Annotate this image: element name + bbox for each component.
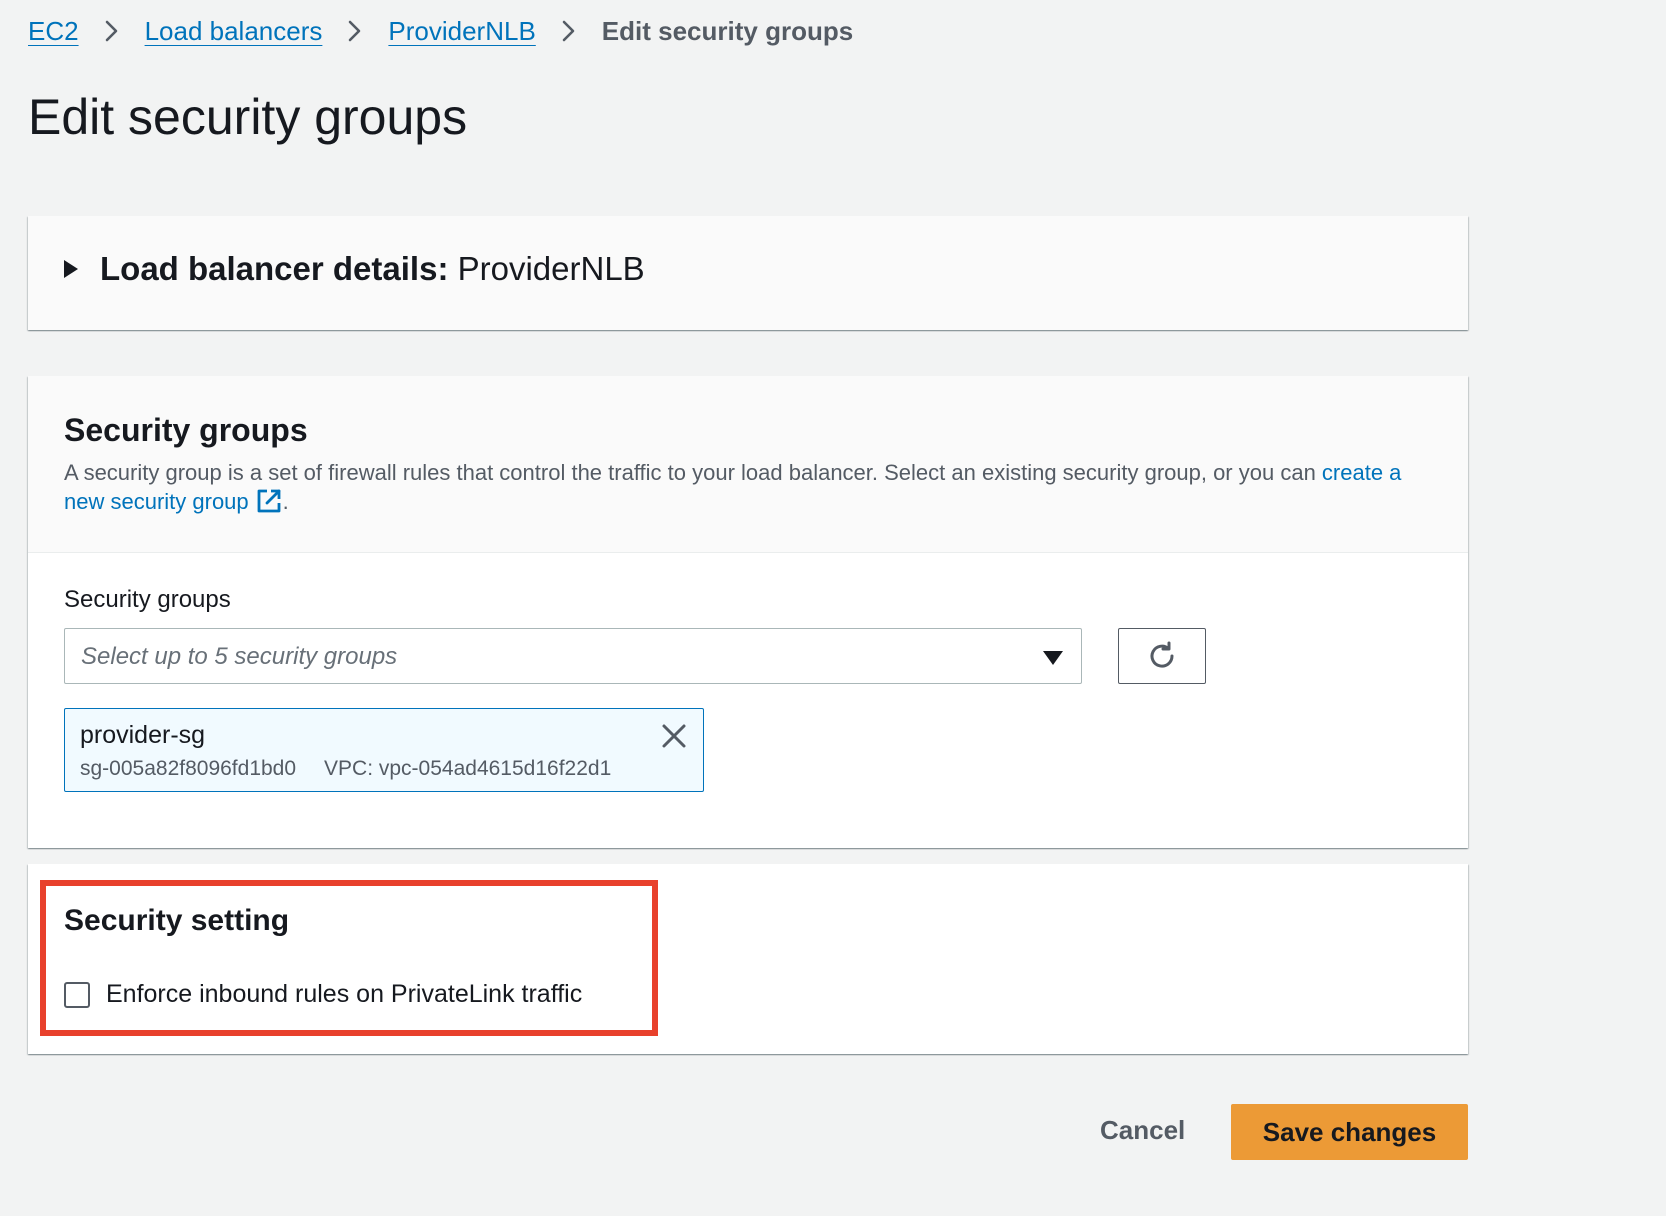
close-icon[interactable]	[659, 721, 689, 751]
security-groups-description: A security group is a set of firewall ru…	[64, 458, 1434, 516]
page-title: Edit security groups	[28, 89, 468, 145]
details-value: ProviderNLB	[457, 250, 645, 287]
description-text: A security group is a set of firewall ru…	[64, 460, 1322, 485]
details-label: Load balancer details:	[100, 250, 449, 287]
token-sg-id: sg-005a82f8096fd1bd0	[80, 757, 297, 780]
chevron-right-icon	[105, 20, 117, 42]
enforce-inbound-rules-label: Enforce inbound rules on PrivateLink tra…	[106, 980, 583, 1008]
refresh-icon	[1150, 641, 1174, 668]
save-changes-button[interactable]: Save changes	[1231, 1104, 1468, 1160]
security-groups-header: Security groups A security group is a se…	[28, 376, 1468, 553]
cancel-button[interactable]: Cancel	[1076, 1102, 1209, 1158]
token-vpc: VPC: vpc-054ad4615d16f22d1	[324, 757, 612, 780]
token-meta: sg-005a82f8096fd1bd0 VPC: vpc-054ad4615d1…	[80, 757, 611, 781]
chevron-right-icon	[349, 20, 361, 42]
security-groups-heading: Security groups	[64, 412, 308, 448]
external-link-icon	[257, 489, 281, 513]
enforce-inbound-rules-checkbox[interactable]	[64, 981, 90, 1008]
load-balancer-details-toggle[interactable]: Load balancer details: ProviderNLB	[64, 246, 645, 292]
load-balancer-details-title: Load balancer details: ProviderNLB	[100, 250, 645, 288]
caret-down-icon	[1043, 651, 1063, 665]
caret-right-icon	[64, 260, 78, 278]
chevron-right-icon	[562, 20, 575, 42]
breadcrumb-ec2-link[interactable]: EC2	[28, 16, 79, 47]
breadcrumb: EC2 Load balancers ProviderNLB Edit secu…	[28, 14, 853, 48]
breadcrumb-providernlb-link[interactable]: ProviderNLB	[388, 16, 535, 47]
security-groups-field-label: Security groups	[64, 586, 231, 613]
enforce-inbound-rules-option[interactable]: Enforce inbound rules on PrivateLink tra…	[64, 980, 582, 1009]
security-groups-panel: Security groups A security group is a se…	[28, 376, 1468, 848]
load-balancer-details-panel: Load balancer details: ProviderNLB	[28, 216, 1468, 330]
security-groups-select[interactable]: Select up to 5 security groups	[64, 628, 1082, 684]
breadcrumb-load-balancers-link[interactable]: Load balancers	[145, 16, 323, 47]
selected-security-group-token: provider-sg sg-005a82f8096fd1bd0 VPC: vpc…	[64, 708, 704, 792]
token-name: provider-sg	[80, 721, 206, 749]
breadcrumb-current: Edit security groups	[601, 15, 854, 46]
security-setting-panel: Security setting Enforce inbound rules o…	[28, 864, 1468, 1054]
description-end: .	[282, 489, 289, 514]
security-groups-select-placeholder: Select up to 5 security groups	[81, 643, 398, 670]
security-setting-heading: Security setting	[64, 904, 290, 937]
refresh-security-groups-button[interactable]	[1118, 628, 1206, 684]
